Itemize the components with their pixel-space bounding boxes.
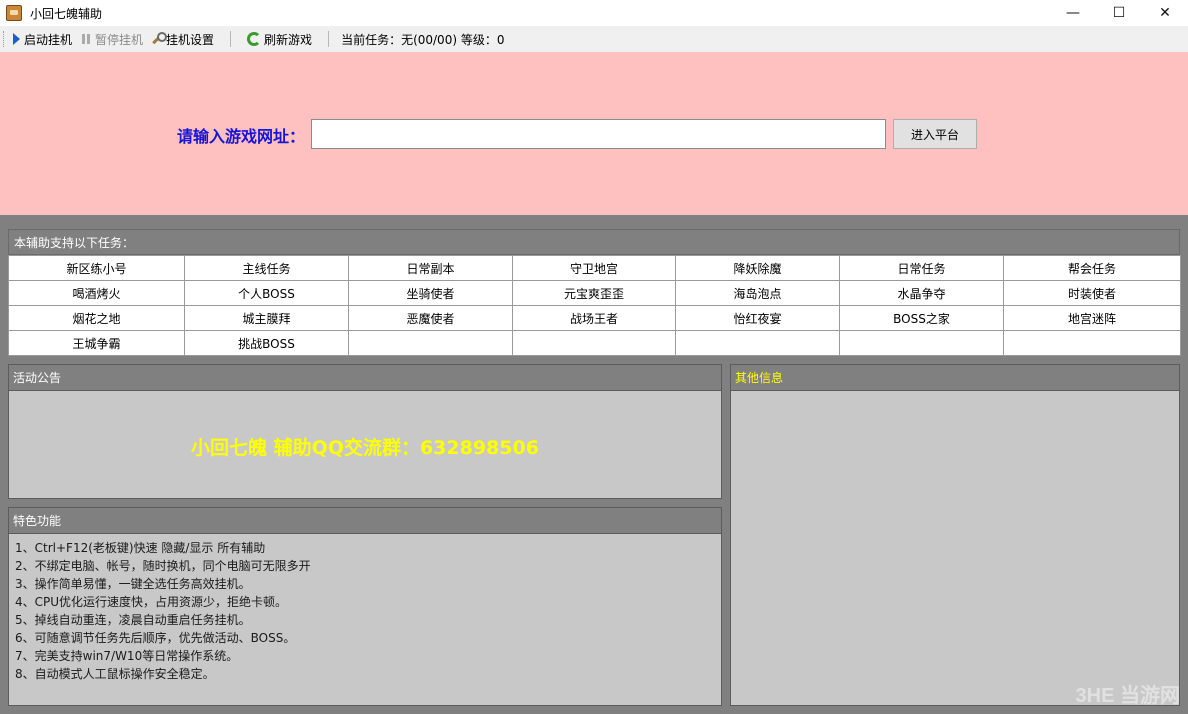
task-row: 喝酒烤火 个人BOSS 坐骑使者 元宝爽歪歪 海岛泡点 水晶争夺 时装使者 — [8, 280, 1181, 306]
task-cell — [348, 330, 513, 356]
pause-button[interactable]: 暂停挂机 — [76, 28, 147, 50]
task-cell[interactable]: 主线任务 — [184, 255, 349, 281]
toolbar: 启动挂机 暂停挂机 挂机设置 刷新游戏 当前任务：无(00/00) 等级：0 — [0, 26, 1188, 52]
task-cell[interactable]: BOSS之家 — [839, 305, 1004, 331]
task-cell — [839, 330, 1004, 356]
other-info-panel: 其他信息 — [730, 364, 1180, 706]
task-cell[interactable]: 时装使者 — [1003, 280, 1181, 306]
window-controls: — ☐ ✕ — [1050, 0, 1188, 26]
task-cell — [1003, 330, 1181, 356]
task-cell[interactable]: 日常副本 — [348, 255, 513, 281]
task-cell[interactable]: 守卫地宫 — [512, 255, 676, 281]
feature-item: 1、Ctrl+F12(老板键)快速 隐藏/显示 所有辅助 — [15, 541, 266, 555]
task-cell[interactable]: 战场王者 — [512, 305, 676, 331]
task-cell[interactable]: 日常任务 — [839, 255, 1004, 281]
status-text: 当前任务：无(00/00) 等级：0 — [341, 32, 505, 47]
task-cell[interactable]: 王城争霸 — [8, 330, 185, 356]
refresh-icon — [247, 32, 262, 46]
feature-item: 7、完美支持win7/W10等日常操作系统。 — [15, 649, 239, 663]
feature-item: 3、操作简单易懂，一键全选任务高效挂机。 — [15, 577, 251, 591]
task-cell[interactable]: 个人BOSS — [184, 280, 349, 306]
task-cell[interactable]: 坐骑使者 — [348, 280, 513, 306]
announcement-text: 小回七魄 辅助QQ交流群：632898506 — [191, 437, 539, 459]
task-cell — [512, 330, 676, 356]
feature-item: 2、不绑定电脑、帐号，随时换机，同个电脑可无限多开 — [15, 559, 311, 573]
toolbar-separator — [230, 31, 232, 47]
feature-item: 6、可随意调节任务先后顺序，优先做活动、BOSS。 — [15, 631, 296, 645]
task-row: 烟花之地 城主膜拜 恶魔使者 战场王者 怡红夜宴 BOSS之家 地宫迷阵 — [8, 305, 1181, 331]
refresh-label: 刷新游戏 — [264, 32, 313, 47]
task-cell — [675, 330, 840, 356]
window-title: 小回七魄辅助 — [30, 6, 103, 21]
task-cell[interactable]: 恶魔使者 — [348, 305, 513, 331]
watermark: 3HE 当游网 — [1075, 685, 1180, 707]
announcement-header: 活动公告 — [9, 365, 721, 391]
app-icon — [6, 5, 22, 21]
minimize-button[interactable]: — — [1050, 0, 1096, 26]
settings-button[interactable]: 挂机设置 — [147, 28, 218, 50]
url-label: 请输入游戏网址： — [177, 127, 306, 146]
task-panel: 本辅助支持以下任务： 新区练小号 主线任务 日常副本 守卫地宫 降妖除魔 日常任务 帮会任务… — [8, 229, 1181, 356]
task-row: 王城争霸 挑战BOSS — [8, 330, 1181, 356]
feature-item: 5、掉线自动重连，凌晨自动重启任务挂机。 — [15, 613, 251, 627]
task-cell[interactable]: 帮会任务 — [1003, 255, 1181, 281]
features-panel: 特色功能 1、Ctrl+F12(老板键)快速 隐藏/显示 所有辅助 2、不绑定电脑… — [8, 507, 722, 706]
task-cell[interactable]: 元宝爽歪歪 — [512, 280, 676, 306]
start-label: 启动挂机 — [24, 32, 73, 47]
task-cell[interactable]: 海岛泡点 — [675, 280, 840, 306]
task-cell[interactable]: 怡红夜宴 — [675, 305, 840, 331]
play-icon — [13, 33, 20, 45]
announcement-panel: 活动公告 小回七魄 辅助QQ交流群：632898506 — [8, 364, 722, 499]
toolbar-separator — [328, 31, 330, 47]
task-cell[interactable]: 水晶争夺 — [839, 280, 1004, 306]
task-cell[interactable]: 新区练小号 — [8, 255, 185, 281]
other-info-header: 其他信息 — [731, 365, 1179, 391]
start-button[interactable]: 启动挂机 — [6, 28, 76, 50]
features-header: 特色功能 — [9, 508, 721, 534]
pause-icon — [82, 34, 91, 44]
url-panel: 请输入游戏网址： 进入平台 — [0, 52, 1188, 215]
maximize-button[interactable]: ☐ — [1096, 0, 1142, 26]
url-input[interactable] — [311, 119, 886, 149]
feature-item: 8、自动模式人工鼠标操作安全稳定。 — [15, 667, 215, 681]
feature-item: 4、CPU优化运行速度快，占用资源少，拒绝卡顿。 — [15, 595, 288, 609]
refresh-button[interactable]: 刷新游戏 — [243, 28, 316, 50]
task-panel-header: 本辅助支持以下任务： — [8, 229, 1180, 255]
task-cell[interactable]: 挑战BOSS — [184, 330, 349, 356]
title-bar: 小回七魄辅助 — ☐ ✕ — [0, 0, 1188, 26]
features-list: 1、Ctrl+F12(老板键)快速 隐藏/显示 所有辅助 2、不绑定电脑、帐号，随… — [9, 534, 721, 688]
close-button[interactable]: ✕ — [1142, 0, 1188, 26]
settings-label: 挂机设置 — [166, 32, 215, 47]
task-row: 新区练小号 主线任务 日常副本 守卫地宫 降妖除魔 日常任务 帮会任务 — [8, 255, 1181, 281]
pause-label: 暂停挂机 — [95, 32, 144, 47]
task-cell[interactable]: 降妖除魔 — [675, 255, 840, 281]
wrench-icon — [151, 32, 168, 45]
task-cell[interactable]: 喝酒烤火 — [8, 280, 185, 306]
task-grid: 新区练小号 主线任务 日常副本 守卫地宫 降妖除魔 日常任务 帮会任务 喝酒烤火 个人BOSS 坐… — [8, 255, 1181, 356]
task-cell[interactable]: 城主膜拜 — [184, 305, 349, 331]
enter-platform-button[interactable]: 进入平台 — [893, 119, 977, 149]
task-cell[interactable]: 烟花之地 — [8, 305, 185, 331]
task-cell[interactable]: 地宫迷阵 — [1003, 305, 1181, 331]
